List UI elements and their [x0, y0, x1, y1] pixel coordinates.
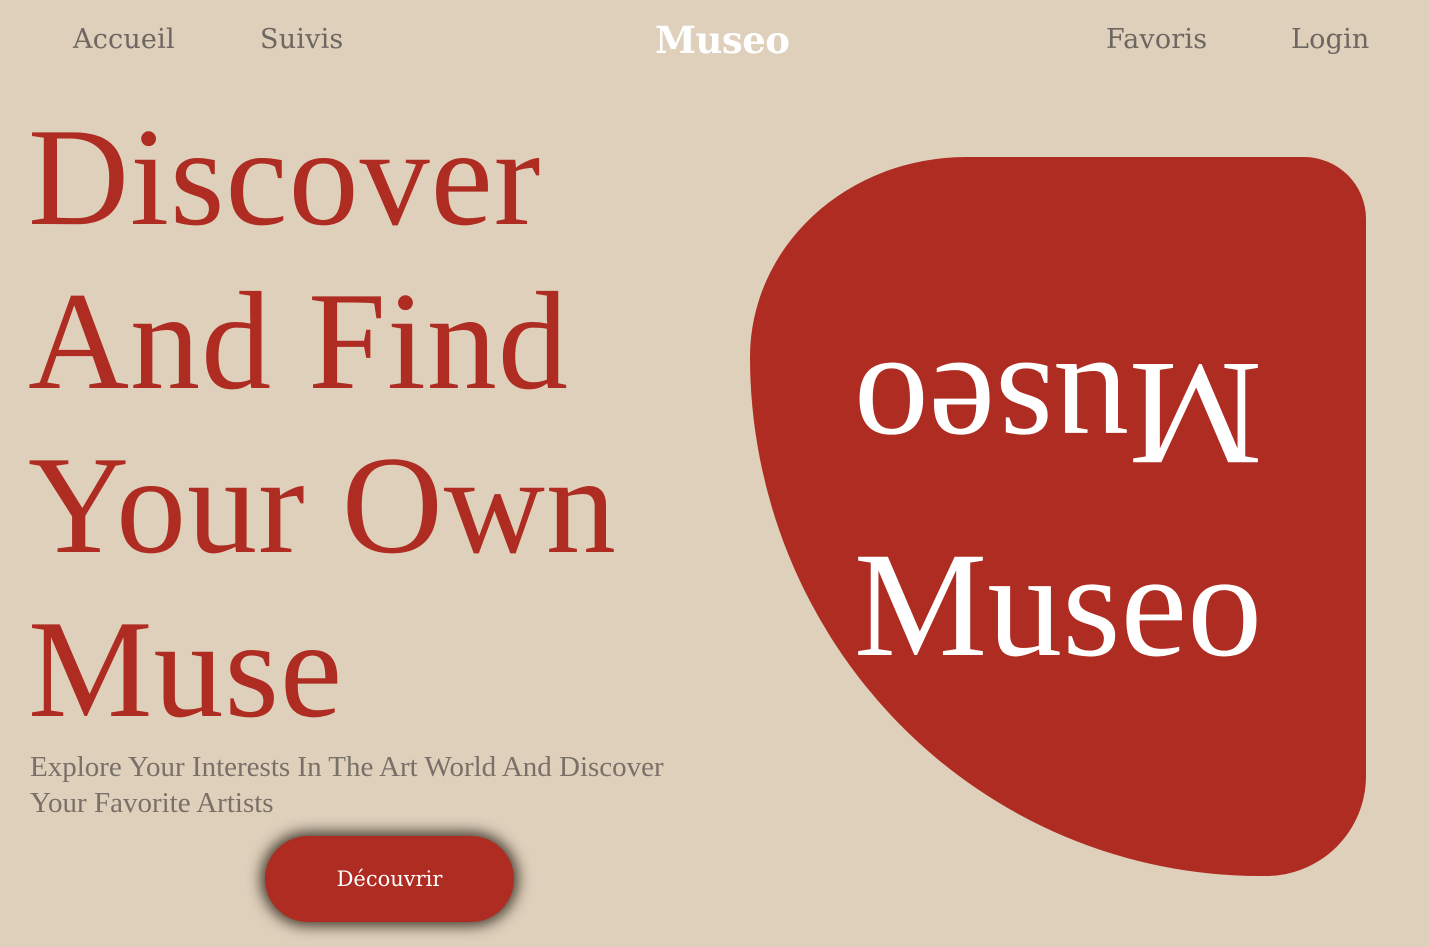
hero-blob-shape	[750, 157, 1366, 876]
hero-title-line: Muse	[28, 592, 344, 747]
nav-link-login[interactable]: Login	[1291, 22, 1370, 58]
brand-logo[interactable]: Museo	[655, 16, 790, 64]
decouvrir-button[interactable]: Découvrir	[265, 836, 514, 922]
nav-link-accueil[interactable]: Accueil	[73, 22, 175, 58]
hero-title-line: Your Own	[28, 428, 617, 583]
hero-subtitle: Explore Your Interests In The Art World …	[30, 751, 664, 819]
nav-link-favoris[interactable]: Favoris	[1106, 22, 1207, 58]
blob-flipped-text: Museo	[853, 331, 1263, 497]
hero-title-line: And Find	[28, 264, 569, 419]
hero-title: Discover And Find Your Own Muse	[28, 96, 617, 752]
blob-upright-text: Museo	[853, 522, 1263, 688]
hero-title-line: Discover	[28, 100, 542, 255]
nav-link-suivis[interactable]: Suivis	[260, 22, 343, 58]
